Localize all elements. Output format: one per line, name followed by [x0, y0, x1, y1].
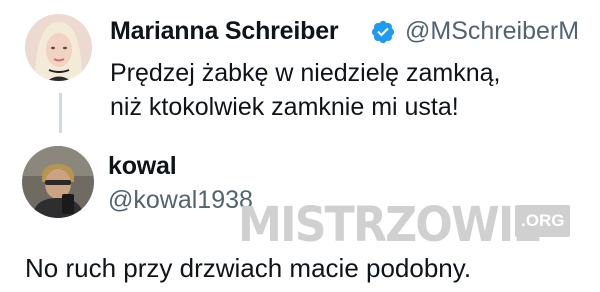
avatar-kowal[interactable] — [22, 146, 94, 218]
verified-badge-icon — [371, 20, 395, 44]
tweet-text-line-2: niż ktokolwiek zamknie mi usta! — [110, 93, 459, 121]
watermark-text: MISTRZOWIE — [238, 197, 543, 253]
watermark-org-badge: .ORG — [515, 205, 571, 237]
display-name-kowal[interactable]: kowal — [108, 152, 177, 181]
display-name-marianna[interactable]: Marianna Schreiber — [110, 17, 339, 46]
thread-line — [59, 93, 62, 133]
tweet-text-line-1: Prędzej żabkę w niedzielę zamkną, — [110, 59, 501, 87]
handle-kowal[interactable]: @kowal1938 — [108, 186, 253, 215]
watermark-logo: MISTRZOWIE .ORG — [238, 197, 571, 257]
avatar-marianna[interactable] — [25, 14, 92, 81]
handle-marianna[interactable]: @MSchreiberM — [405, 17, 579, 46]
